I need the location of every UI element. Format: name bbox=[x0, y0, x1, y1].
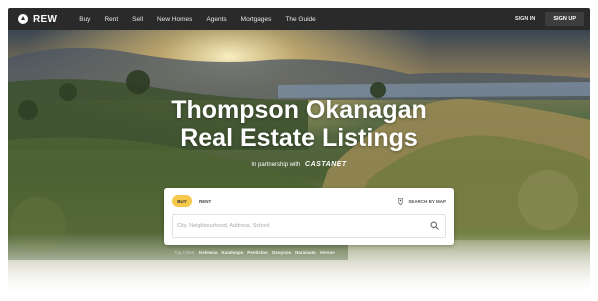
partner-prefix: In partnership with bbox=[251, 162, 301, 168]
map-pin-icon bbox=[398, 197, 404, 205]
page-frame: REW Buy Rent Sell New Homes Agents Mortg… bbox=[8, 8, 590, 293]
tab-buy[interactable]: BUY bbox=[172, 195, 192, 207]
city-link-vernon[interactable]: Vernon bbox=[320, 250, 335, 255]
search-by-map-link[interactable]: SEARCH BY MAP bbox=[398, 195, 446, 207]
hero-title-line2: Real Estate Listings bbox=[180, 124, 418, 152]
partnership-text: In partnership with CASTANET bbox=[8, 161, 590, 168]
nav-link-sell[interactable]: Sell bbox=[132, 16, 143, 23]
city-link-kamloops[interactable]: Kamloops bbox=[222, 250, 244, 255]
castanet-logo[interactable]: CASTANET bbox=[305, 161, 347, 168]
search-input[interactable] bbox=[177, 219, 427, 233]
nav-auth: SIGN IN SIGN UP bbox=[515, 12, 584, 26]
brand-logo[interactable]: REW bbox=[18, 14, 57, 25]
nav-links: Buy Rent Sell New Homes Agents Mortgages… bbox=[79, 16, 330, 23]
top-navbar: REW Buy Rent Sell New Homes Agents Mortg… bbox=[8, 8, 590, 30]
city-link-penticton[interactable]: Penticton bbox=[247, 250, 268, 255]
search-icon[interactable] bbox=[430, 221, 439, 230]
rew-logo-icon bbox=[18, 14, 28, 24]
search-field bbox=[172, 214, 446, 238]
nav-link-rent[interactable]: Rent bbox=[104, 16, 118, 23]
nav-link-new-homes[interactable]: New Homes bbox=[157, 16, 192, 23]
nav-link-the-guide[interactable]: The Guide bbox=[285, 16, 315, 23]
sign-in-link[interactable]: SIGN IN bbox=[515, 16, 535, 22]
sign-up-button[interactable]: SIGN UP bbox=[545, 12, 584, 26]
tab-rent[interactable]: RENT bbox=[199, 195, 211, 207]
nav-link-mortgages[interactable]: Mortgages bbox=[241, 16, 272, 23]
search-by-map-label: SEARCH BY MAP bbox=[408, 198, 446, 204]
search-card: BUY RENT SEARCH BY MAP bbox=[164, 188, 454, 245]
city-link-osoyoos[interactable]: Osoyoos bbox=[272, 250, 291, 255]
nav-link-buy[interactable]: Buy bbox=[79, 16, 90, 23]
brand-name: REW bbox=[33, 13, 58, 25]
city-link-naramata[interactable]: Naramata bbox=[295, 250, 316, 255]
nav-link-agents[interactable]: Agents bbox=[206, 16, 226, 23]
top-cities: Top Cities: Kelowna Kamloops Penticton O… bbox=[174, 250, 339, 255]
top-cities-label: Top Cities: bbox=[174, 250, 196, 255]
city-link-kelowna[interactable]: Kelowna bbox=[199, 250, 218, 255]
hero-title-line1: Thompson Okanagan bbox=[171, 96, 427, 124]
